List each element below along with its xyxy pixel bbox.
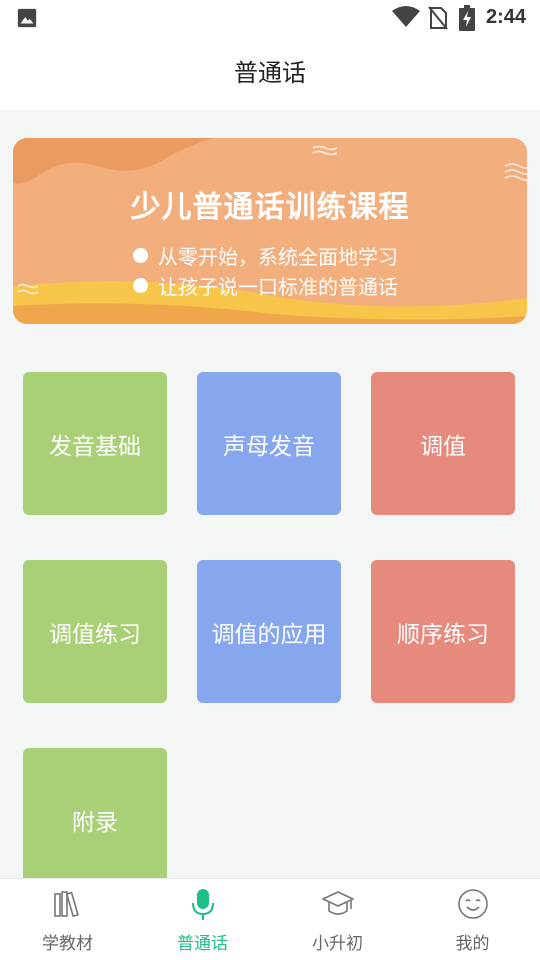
tile-label: 调值的应用: [211, 621, 327, 648]
tab-textbook[interactable]: 学教材: [0, 879, 135, 960]
tile-tone-practice[interactable]: 调值练习: [23, 560, 167, 703]
tile-sequence-practice[interactable]: 顺序练习: [371, 560, 515, 703]
tab-label: 普通话: [177, 934, 228, 954]
gallery-icon: [17, 8, 37, 28]
tile-label: 顺序练习: [397, 621, 489, 648]
tab-label: 小升初: [312, 934, 363, 954]
tab-label: 我的: [455, 934, 490, 954]
battery-charging-icon: [459, 5, 475, 31]
tile-initials-pronunciation[interactable]: 声母发音: [197, 372, 341, 515]
bullet-dot: [133, 278, 148, 293]
course-banner[interactable]: 少儿普通话训练课程 从零开始，系统全面地学习 让孩子说一口标准的普通话: [13, 138, 527, 324]
tile-label: 声母发音: [223, 433, 315, 460]
tile-appendix[interactable]: 附录: [23, 748, 167, 891]
banner-line: 让孩子说一口标准的普通话: [133, 271, 398, 300]
wifi-icon: [392, 6, 420, 27]
smiley-face-icon: [457, 889, 488, 919]
bullet-dot: [133, 248, 148, 263]
tile-tone-value[interactable]: 调值: [371, 372, 515, 515]
tile-label: 调值: [420, 433, 466, 460]
tile-pronunciation-basics[interactable]: 发音基础: [23, 372, 167, 515]
banner-title: 少儿普通话训练课程: [130, 190, 410, 225]
status-time: 2:44: [486, 6, 527, 28]
tab-profile[interactable]: 我的: [405, 879, 540, 960]
tile-tone-application[interactable]: 调值的应用: [197, 560, 341, 703]
banner-line: 从零开始，系统全面地学习: [133, 241, 398, 270]
microphone-icon: [191, 889, 214, 920]
tab-mandarin[interactable]: 普通话: [135, 879, 270, 960]
app-header: 普通话: [0, 36, 540, 110]
banner-line-text: 从零开始，系统全面地学习: [158, 245, 398, 269]
banner-line-text: 让孩子说一口标准的普通话: [158, 275, 398, 299]
no-sim-icon: [428, 6, 448, 30]
tile-label: 调值练习: [49, 621, 141, 648]
tab-junior-high[interactable]: 小升初: [270, 879, 405, 960]
status-bar: 2:44: [0, 0, 540, 36]
page-title: 普通话: [234, 59, 306, 87]
tile-label: 附录: [72, 809, 118, 836]
tab-label: 学教材: [42, 934, 93, 954]
tile-label: 发音基础: [49, 433, 141, 460]
graduation-cap-icon: [321, 891, 354, 915]
books-icon: [53, 891, 79, 918]
bottom-tab-bar: 学教材 普通话 小升初 我的: [0, 878, 540, 960]
